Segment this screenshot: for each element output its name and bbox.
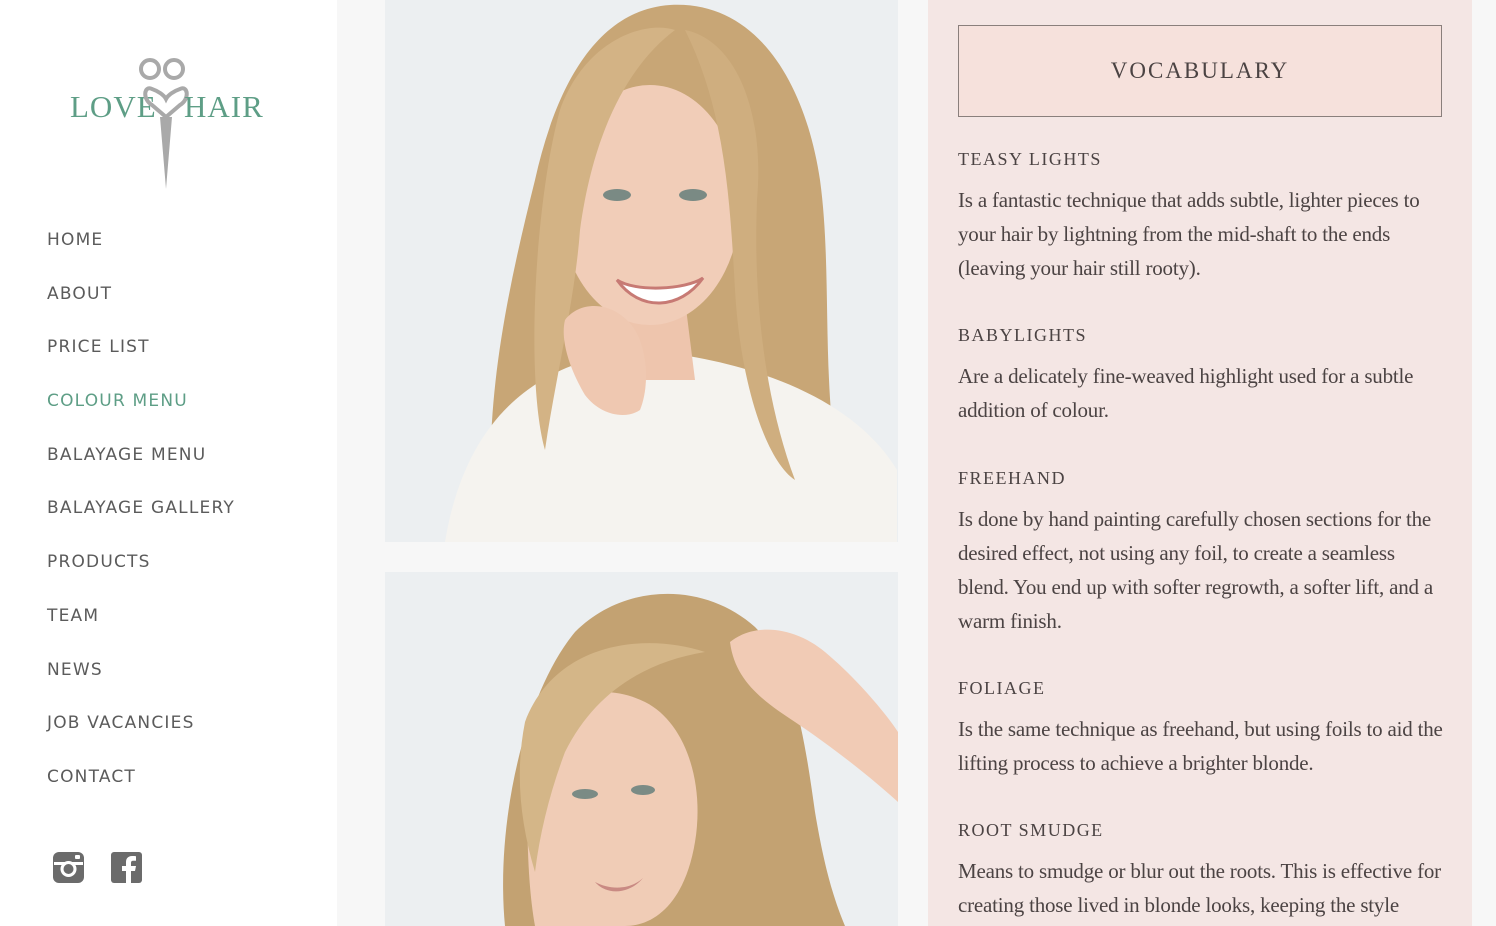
nav-item-balayage-menu[interactable]: BALAYAGE MENU [47, 435, 235, 489]
nav-link[interactable]: NEWS [47, 650, 103, 690]
scissors-heart-icon [139, 58, 189, 189]
nav-link[interactable]: PRODUCTS [47, 542, 151, 582]
logo-text-hair: HAIR [184, 89, 264, 124]
model-photo-profile [385, 572, 898, 926]
nav-item-job-vacancies[interactable]: JOB VACANCIES [47, 703, 235, 757]
nav-item-balayage-gallery[interactable]: BALAYAGE GALLERY [47, 488, 235, 542]
instagram-icon[interactable] [52, 851, 85, 884]
nav-item-about[interactable]: ABOUT [47, 274, 235, 328]
vocab-term-root-smudge: ROOT SMUDGE Means to smudge or blur out … [958, 819, 1448, 922]
vocabulary-panel: VOCABULARY TEASY LIGHTS Is a fantastic t… [928, 0, 1472, 926]
facebook-icon[interactable] [110, 851, 143, 884]
nav-link-active[interactable]: COLOUR MENU [47, 381, 188, 421]
vocab-term-definition: Is the same technique as freehand, but u… [958, 717, 1443, 775]
model-photo-smiling [385, 0, 898, 542]
vocab-term-babylights: BABYLIGHTS Are a delicately fine-weaved … [958, 324, 1448, 427]
vocab-term-definition: Means to smudge or blur out the roots. T… [958, 859, 1441, 917]
nav-link[interactable]: PRICE LIST [47, 327, 150, 367]
nav-link[interactable]: ABOUT [47, 274, 112, 314]
vocab-term-title: TEASY LIGHTS [958, 149, 1102, 169]
nav-item-price-list[interactable]: PRICE LIST [47, 327, 235, 381]
main-nav: HOME ABOUT PRICE LIST COLOUR MENU BALAYA… [47, 220, 235, 811]
nav-item-products[interactable]: PRODUCTS [47, 542, 235, 596]
vocab-term-freehand: FREEHAND Is done by hand painting carefu… [958, 467, 1448, 638]
nav-item-contact[interactable]: CONTACT [47, 757, 235, 811]
nav-link[interactable]: BALAYAGE GALLERY [47, 488, 235, 528]
vocabulary-heading: VOCABULARY [958, 25, 1442, 117]
vocab-term-definition: Is done by hand painting carefully chose… [958, 507, 1433, 633]
vocab-term-teasy-lights: TEASY LIGHTS Is a fantastic technique th… [958, 148, 1448, 285]
sidebar: LOVE HAIR HOME ABOUT PRICE LIST COLOUR M… [0, 0, 337, 926]
vocab-term-title: BABYLIGHTS [958, 325, 1088, 345]
nav-link[interactable]: CONTACT [47, 757, 136, 797]
social-links [52, 851, 143, 884]
nav-item-colour-menu[interactable]: COLOUR MENU [47, 381, 235, 435]
nav-item-team[interactable]: TEAM [47, 596, 235, 650]
vocab-term-definition: Is a fantastic technique that adds subtl… [958, 188, 1420, 280]
vocab-term-title: ROOT SMUDGE [958, 820, 1104, 840]
vocab-term-title: FREEHAND [958, 468, 1067, 488]
vocab-term-foliage: FOLIAGE Is the same technique as freehan… [958, 677, 1448, 780]
site-logo[interactable]: LOVE HAIR [68, 55, 268, 195]
nav-item-news[interactable]: NEWS [47, 650, 235, 704]
vocab-term-definition: Are a delicately fine-weaved highlight u… [958, 364, 1414, 422]
nav-link[interactable]: BALAYAGE MENU [47, 435, 206, 475]
vocab-term-title: FOLIAGE [958, 678, 1046, 698]
nav-link[interactable]: HOME [47, 220, 103, 260]
nav-link[interactable]: TEAM [47, 596, 99, 636]
nav-item-home[interactable]: HOME [47, 220, 235, 274]
nav-link[interactable]: JOB VACANCIES [47, 703, 195, 743]
